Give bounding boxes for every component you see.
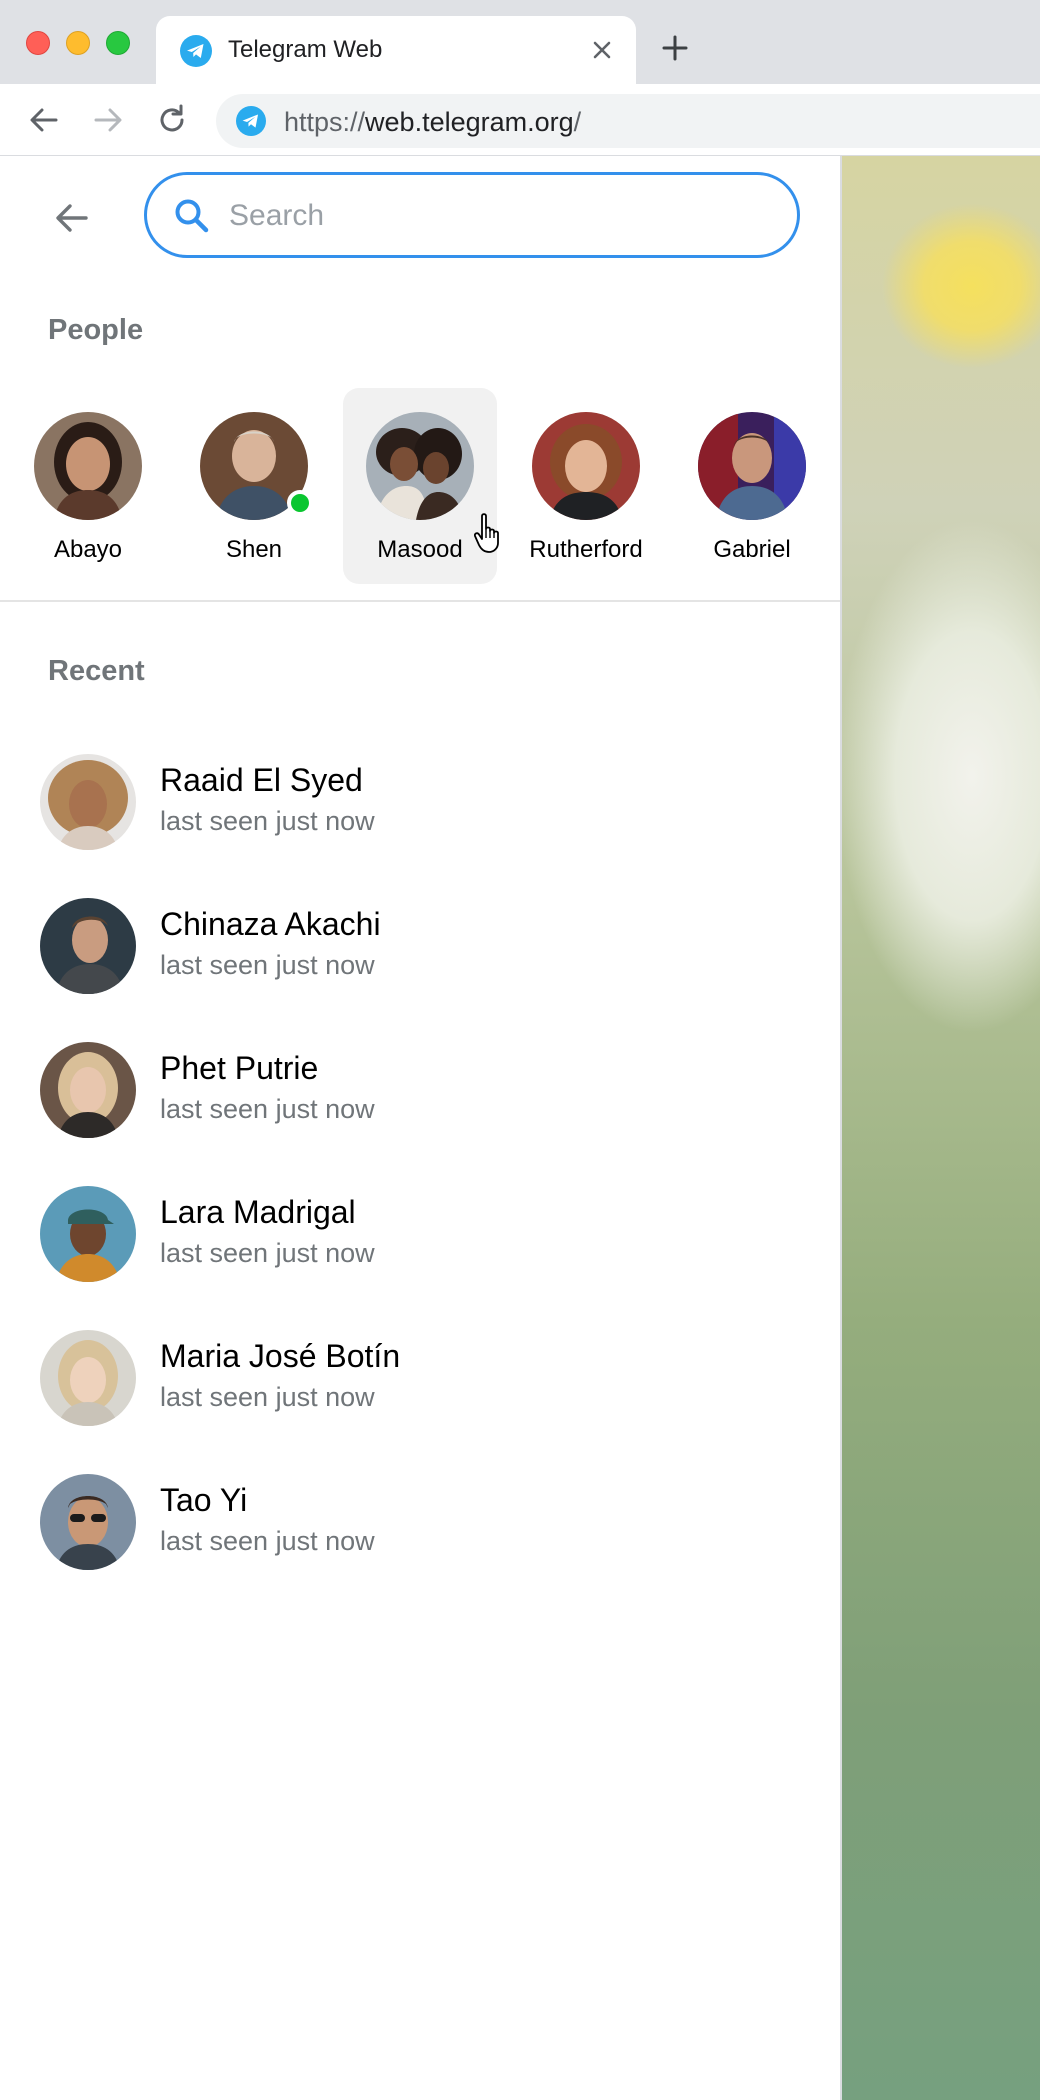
hand-cursor-icon (472, 512, 508, 554)
browser-tab-telegram[interactable]: Telegram Web (156, 16, 636, 86)
contact-status: last seen just now (160, 1526, 375, 1556)
url-text: https://web.telegram.org/ (284, 107, 581, 138)
contact-name: Phet Putrie (160, 1050, 319, 1086)
person-name: Abayo (53, 536, 123, 563)
back-arrow-icon[interactable] (50, 196, 94, 240)
url-protocol: https:// (284, 107, 366, 137)
new-tab-plus-icon[interactable] (660, 33, 690, 63)
search-box[interactable] (144, 172, 800, 258)
contact-name: Lara Madrigal (160, 1194, 356, 1230)
avatar (40, 1186, 136, 1282)
avatar (698, 412, 806, 520)
contact-status: last seen just now (160, 1238, 375, 1268)
search-input[interactable] (229, 191, 769, 241)
avatar (40, 754, 136, 850)
people-section-title: People (48, 314, 144, 346)
contact-status: last seen just now (160, 950, 375, 980)
browser-back-arrow-icon[interactable] (26, 102, 62, 138)
people-row: Abayo Shen Masood Rutherford Gabriel (0, 388, 840, 584)
person-abayo[interactable]: Abayo (11, 388, 165, 584)
browser-tab-bar: Telegram Web (0, 0, 1040, 86)
person-name: Gabriel (713, 536, 791, 563)
avatar (532, 412, 640, 520)
recent-item-tao-yi[interactable]: Tao Yi last seen just now (0, 1450, 840, 1594)
recent-section-title: Recent (48, 655, 145, 687)
maximize-window-button[interactable] (106, 31, 130, 55)
telegram-logo-icon (180, 35, 212, 67)
url-path: / (573, 107, 582, 137)
contact-status: last seen just now (160, 806, 375, 836)
contact-name: Maria José Botín (160, 1338, 401, 1374)
tab-title: Telegram Web (228, 36, 383, 63)
avatar (40, 1042, 136, 1138)
person-shen[interactable]: Shen (177, 388, 331, 584)
person-name: Shen (225, 536, 283, 563)
avatar (40, 898, 136, 994)
url-host: web.telegram.org (365, 107, 574, 137)
address-bar[interactable]: https://web.telegram.org/ (216, 94, 1040, 148)
recent-item-chinaza-akachi[interactable]: Chinaza Akachi last seen just now (0, 874, 840, 1018)
contact-name: Raaid El Syed (160, 762, 363, 798)
chat-wallpaper (842, 156, 1040, 2100)
avatar (40, 1330, 136, 1426)
person-gabriel[interactable]: Gabriel (675, 388, 829, 584)
avatar (34, 412, 142, 520)
contact-name: Tao Yi (160, 1482, 248, 1518)
close-tab-icon[interactable] (586, 34, 618, 66)
person-rutherford[interactable]: Rutherford (509, 388, 663, 584)
contact-name: Chinaza Akachi (160, 906, 381, 942)
browser-forward-arrow-icon[interactable] (90, 102, 126, 138)
recent-item-phet-putrie[interactable]: Phet Putrie last seen just now (0, 1018, 840, 1162)
close-window-button[interactable] (26, 31, 50, 55)
contact-status: last seen just now (160, 1382, 375, 1412)
telegram-site-icon (236, 106, 266, 136)
avatar (366, 412, 474, 520)
person-masood[interactable]: Masood (343, 388, 497, 584)
recent-item-raaid-el-syed[interactable]: Raaid El Syed last seen just now (0, 730, 840, 874)
recent-item-lara-madrigal[interactable]: Lara Madrigal last seen just now (0, 1162, 840, 1306)
reload-icon[interactable] (154, 102, 190, 138)
search-icon (173, 197, 211, 235)
person-name: Rutherford (529, 536, 643, 563)
contact-status: last seen just now (160, 1094, 375, 1124)
recent-item-maria-jose-botin[interactable]: Maria José Botín last seen just now (0, 1306, 840, 1450)
browser-toolbar: https://web.telegram.org/ (0, 84, 1040, 156)
avatar (40, 1474, 136, 1570)
minimize-window-button[interactable] (66, 31, 90, 55)
online-status-dot (287, 490, 313, 516)
section-divider (0, 600, 840, 602)
